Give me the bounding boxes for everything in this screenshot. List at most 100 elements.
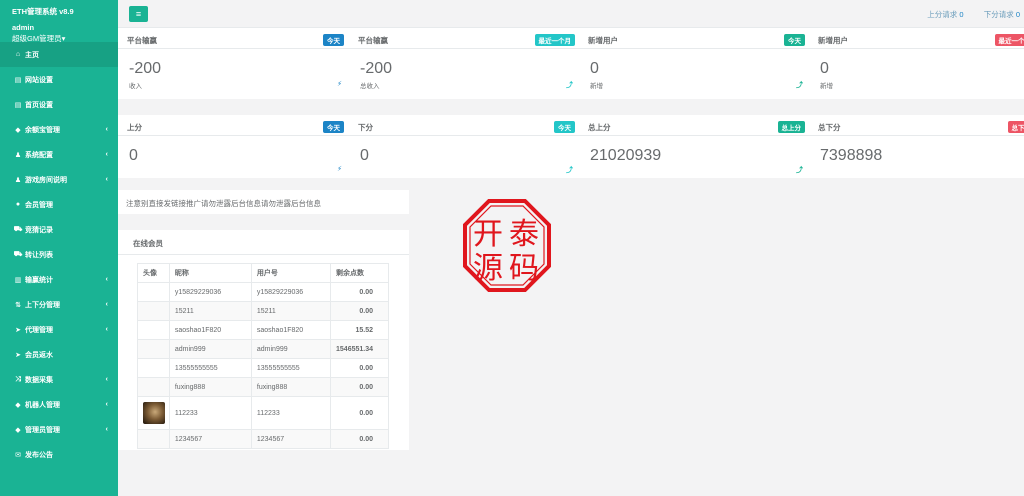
stat-card-value: 0 [590,60,599,77]
cell-user-id: fuxing888 [250,377,332,397]
cell-points: 0.00 [330,396,389,430]
stat-card-header: 新增用户 今天 [579,28,811,49]
online-members-table: 头像 昵称 用户号 剩余点数 y15829229036 y15829229036 0… [137,263,389,449]
stat-card-badge: 最近一个月 [534,34,575,46]
sidebar-item-9[interactable]: ▥ 输赢统计 ‹ [0,267,118,292]
down-request-link[interactable]: 下分请求 0 [984,10,1020,19]
user-icon: ♟ [14,151,22,159]
cell-avatar [137,301,170,321]
diamond-icon: ◆ [15,126,21,134]
sidebar-item-label: 网站设置 [25,76,53,84]
stat-card-badge: 今天 [323,34,344,46]
sidebar-item-14[interactable]: ◆ 机器人管理 ‹ [0,392,118,417]
sidebar-item-label: 发布公告 [25,451,53,459]
chevron-left-icon: ‹ [105,276,108,283]
user-icon: ● [15,201,21,208]
cell-user-id: 1234567 [250,429,332,449]
stat-card: 平台输赢 今天 -200 收入 ⚡ [118,28,350,99]
sidebar-item-label: 机器人管理 [25,401,60,409]
chevron-left-icon: ‹ [105,376,108,383]
notice-text: 注意别直接发链接推广请勿泄露后台信息请勿泄露后台信息 [118,190,409,214]
stat-card-badge: 总上分 [777,121,805,133]
sidebar-item-4[interactable]: ♟ 系统配置 ‹ [0,142,118,167]
chevron-left-icon: ‹ [105,176,108,183]
sidebar-nav: ⌂ 主页 ▤ 网站设置 ▤ 首页设置 ◆ 余额宝管理 ‹ ♟ 系统配置 ‹ ♟ 游戏房间说明 ‹ ● 会员管理 ⛟… [0,42,118,467]
stat-card-badge: 今天 [554,121,575,133]
up-request-link[interactable]: 上分请求 0 [927,10,963,19]
sidebar-item-0[interactable]: ⌂ 主页 [0,42,118,67]
table-row: 112233 112233 0.00 [137,396,389,430]
stat-card-title: 新增用户 [818,36,848,45]
bars-icon: ≡ [135,9,142,19]
send-icon: ➤ [15,351,21,359]
user-name[interactable]: admin [12,23,106,32]
sidebar-item-7[interactable]: ⛟ 竞猜记录 [0,217,118,242]
sidebar-item-12[interactable]: ➤ 会员返水 [0,342,118,367]
sidebar-item-10[interactable]: ⇅ 上下分管理 ‹ [0,292,118,317]
sidebar-item-label: 游戏房间说明 [25,176,67,184]
stat-card-header: 总下分 总下分 [809,115,1024,136]
chevron-left-icon: ‹ [105,401,108,408]
down-request-label: 下分请求 [983,10,1014,19]
stat-card-value: 7398898 [820,147,883,164]
sidebar-item-1[interactable]: ▤ 网站设置 [0,67,118,92]
cell-nickname: y15829229036 [168,282,252,302]
sidebar-item-13[interactable]: ⤨ 数据采集 ‹ [0,367,118,392]
diamond-icon: ◆ [15,401,21,409]
cell-user-id: 13555555555 [250,358,332,378]
chevron-left-icon: ‹ [105,151,108,158]
sidebar-item-5[interactable]: ♟ 游戏房间说明 ‹ [0,167,118,192]
request-links: 上分请求 0 下分请求 0 [927,9,1020,20]
topbar: ≡ 上分请求 0 下分请求 0 [118,0,1024,28]
sidebar-item-8[interactable]: ⛟ 转让列表 [0,242,118,267]
sidebar-item-label: 首页设置 [25,101,53,109]
stat-card-value: -200 [129,60,162,77]
user-icon: ♟ [14,176,22,184]
sidebar-item-11[interactable]: ➤ 代理管理 ‹ [0,317,118,342]
stat-card-badge: 今天 [784,34,805,46]
cell-points: 15.52 [330,320,389,340]
stat-card: 平台输赢 最近一个月 -200 总收入 ⤴ [349,28,581,99]
window-icon: ▤ [14,101,22,109]
watermark-seal: 开 泰 源 码 [463,199,551,292]
sidebar-item-label: 竞猜记录 [25,226,53,234]
sidebar-item-3[interactable]: ◆ 余额宝管理 ‹ [0,117,118,142]
up-request-label: 上分请求 [927,10,958,19]
chart-icon: ▥ [14,276,22,284]
up-request-count: 0 [959,10,964,19]
sidebar-item-15[interactable]: ◆ 管理员管理 ‹ [0,417,118,442]
cell-nickname: fuxing888 [168,377,252,397]
stat-card: 上分 今天 0 ⚡ [118,115,350,178]
chat-icon: ✉ [15,451,21,459]
stat-card-title: 总上分 [588,123,611,132]
stat-card-title: 下分 [358,123,373,132]
sidebar-item-label: 会员返水 [25,351,53,359]
stat-card: 新增用户最近一个月0新增⤴ [809,28,1024,99]
sidebar-item-16[interactable]: ✉ 发布公告 [0,442,118,467]
window-icon: ▤ [14,76,22,84]
car-icon: ⛟ [13,251,23,258]
sidebar-profile: ETH管理系统 v8.9 admin 超级GM管理员▾ [0,0,118,43]
stat-card-title: 总下分 [818,123,841,132]
stat-card-header: 新增用户 最近一个月 [809,28,1024,49]
stat-card-subtitle: 收入 [129,83,142,90]
seal-char-4: 码 [509,251,539,286]
table-row: 13555555555 13555555555 0.00 [137,358,389,378]
stat-card-title: 平台输赢 [127,36,157,45]
sidebar-item-2[interactable]: ▤ 首页设置 [0,92,118,117]
menu-toggle-button[interactable]: ≡ [129,6,148,22]
cell-avatar [137,282,170,302]
cell-avatar [137,396,170,430]
sidebar-item-6[interactable]: ● 会员管理 [0,192,118,217]
table-header-row: 头像 昵称 用户号 剩余点数 [137,263,389,283]
stat-card-subtitle: 新增 [820,83,833,90]
stat-card-title: 平台输赢 [358,36,388,45]
chevron-left-icon: ‹ [105,326,108,333]
stat-indicator-icon: ⤴ [796,82,803,89]
avatar [143,402,165,424]
online-members-title: 在线会员 [118,230,409,255]
stat-card-value: 0 [129,147,138,164]
cell-nickname: 1234567 [168,429,252,449]
cell-points: 1546551.34 [330,339,389,359]
sidebar-item-label: 余额宝管理 [25,126,60,134]
